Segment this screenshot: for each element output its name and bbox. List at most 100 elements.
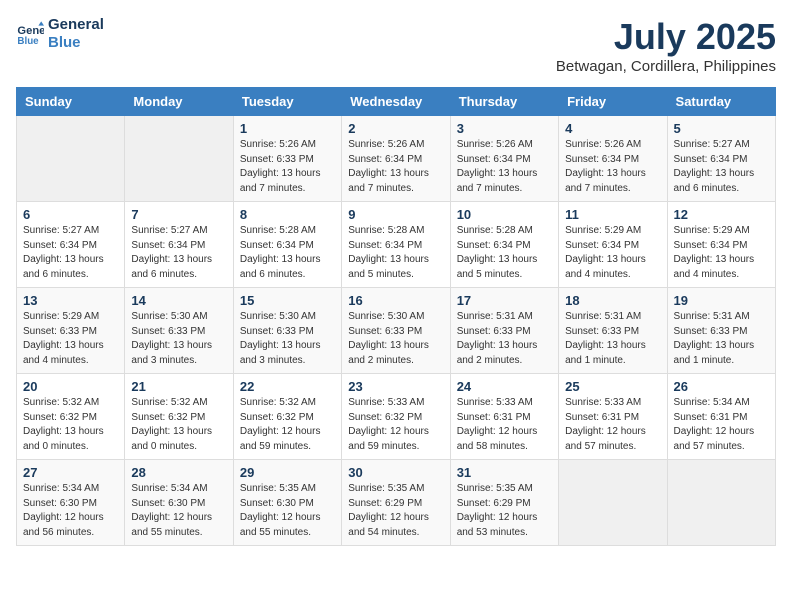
month-year-title: July 2025: [556, 16, 776, 58]
day-number: 10: [457, 207, 552, 222]
calendar-cell: 4 Sunrise: 5:26 AMSunset: 6:34 PMDaylight…: [559, 116, 667, 202]
day-info: Sunrise: 5:28 AMSunset: 6:34 PMDaylight:…: [348, 224, 443, 282]
calendar-cell: 14 Sunrise: 5:30 AMSunset: 6:33 PMDayligh…: [125, 288, 233, 374]
day-number: 8: [240, 207, 335, 222]
header: General Blue General Blue July 2025 Betw…: [16, 16, 776, 75]
calendar-cell: 9 Sunrise: 5:28 AMSunset: 6:34 PMDaylight…: [342, 202, 450, 288]
calendar-week-row: 13Sunrise: 5:29 AMSunset: 6:33 PMDayligh…: [17, 288, 776, 374]
day-info: Sunrise: 5:32 AMSunset: 6:32 PMDaylight:…: [23, 396, 118, 454]
day-info: Sunrise: 5:31 AMSunset: 6:33 PMDaylight:…: [457, 310, 552, 368]
title-section: July 2025 Betwagan, Cordillera, Philippi…: [556, 16, 776, 75]
day-info: Sunrise: 5:33 AMSunset: 6:32 PMDaylight:…: [348, 396, 443, 454]
day-info: Sunrise: 5:32 AMSunset: 6:32 PMDaylight:…: [240, 396, 335, 454]
day-info: Sunrise: 5:28 AMSunset: 6:34 PMDaylight:…: [457, 224, 552, 282]
calendar-cell: [125, 116, 233, 202]
day-number: 30: [348, 465, 443, 480]
day-number: 3: [457, 121, 552, 136]
calendar-cell: 13Sunrise: 5:29 AMSunset: 6:33 PMDayligh…: [17, 288, 125, 374]
day-info: Sunrise: 5:34 AMSunset: 6:31 PMDaylight:…: [674, 396, 769, 454]
day-number: 29: [240, 465, 335, 480]
calendar-table: SundayMondayTuesdayWednesdayThursdayFrid…: [16, 87, 776, 546]
logo-blue: Blue: [48, 34, 104, 52]
logo-general: General: [48, 16, 104, 34]
day-number: 15: [240, 293, 335, 308]
day-info: Sunrise: 5:27 AMSunset: 6:34 PMDaylight:…: [131, 224, 226, 282]
calendar-cell: 2Sunrise: 5:26 AMSunset: 6:34 PMDaylight…: [342, 116, 450, 202]
calendar-cell: 24 Sunrise: 5:33 AMSunset: 6:31 PMDayligh…: [450, 374, 558, 460]
weekday-header: Tuesday: [233, 88, 341, 116]
calendar-cell: 29 Sunrise: 5:35 AMSunset: 6:30 PMDayligh…: [233, 460, 341, 546]
day-number: 26: [674, 379, 769, 394]
calendar-cell: 3 Sunrise: 5:26 AMSunset: 6:34 PMDaylight…: [450, 116, 558, 202]
day-info: Sunrise: 5:31 AMSunset: 6:33 PMDaylight:…: [674, 310, 769, 368]
day-info: Sunrise: 5:35 AMSunset: 6:29 PMDaylight:…: [457, 482, 552, 540]
calendar-cell: 12Sunrise: 5:29 AMSunset: 6:34 PMDayligh…: [667, 202, 775, 288]
calendar-cell: 31 Sunrise: 5:35 AMSunset: 6:29 PMDayligh…: [450, 460, 558, 546]
day-number: 13: [23, 293, 118, 308]
calendar-week-row: 1Sunrise: 5:26 AMSunset: 6:33 PMDaylight…: [17, 116, 776, 202]
calendar-cell: 17 Sunrise: 5:31 AMSunset: 6:33 PMDayligh…: [450, 288, 558, 374]
day-number: 2: [348, 121, 443, 136]
calendar-cell: 26 Sunrise: 5:34 AMSunset: 6:31 PMDayligh…: [667, 374, 775, 460]
day-number: 11: [565, 207, 660, 222]
weekday-header: Sunday: [17, 88, 125, 116]
calendar-cell: [559, 460, 667, 546]
day-info: Sunrise: 5:30 AMSunset: 6:33 PMDaylight:…: [348, 310, 443, 368]
svg-text:Blue: Blue: [17, 36, 39, 47]
calendar-cell: 7 Sunrise: 5:27 AMSunset: 6:34 PMDaylight…: [125, 202, 233, 288]
day-number: 7: [131, 207, 226, 222]
calendar-week-row: 20Sunrise: 5:32 AMSunset: 6:32 PMDayligh…: [17, 374, 776, 460]
day-number: 31: [457, 465, 552, 480]
day-info: Sunrise: 5:34 AMSunset: 6:30 PMDaylight:…: [131, 482, 226, 540]
day-number: 25: [565, 379, 660, 394]
day-number: 5: [674, 121, 769, 136]
day-info: Sunrise: 5:28 AMSunset: 6:34 PMDaylight:…: [240, 224, 335, 282]
calendar-cell: 11 Sunrise: 5:29 AMSunset: 6:34 PMDayligh…: [559, 202, 667, 288]
day-info: Sunrise: 5:32 AMSunset: 6:32 PMDaylight:…: [131, 396, 226, 454]
day-info: Sunrise: 5:30 AMSunset: 6:33 PMDaylight:…: [240, 310, 335, 368]
day-info: Sunrise: 5:26 AMSunset: 6:33 PMDaylight:…: [240, 138, 335, 196]
weekday-header: Friday: [559, 88, 667, 116]
calendar-cell: 28Sunrise: 5:34 AMSunset: 6:30 PMDayligh…: [125, 460, 233, 546]
day-number: 6: [23, 207, 118, 222]
calendar-cell: 25 Sunrise: 5:33 AMSunset: 6:31 PMDayligh…: [559, 374, 667, 460]
day-info: Sunrise: 5:27 AMSunset: 6:34 PMDaylight:…: [23, 224, 118, 282]
day-number: 4: [565, 121, 660, 136]
day-number: 9: [348, 207, 443, 222]
day-number: 27: [23, 465, 118, 480]
calendar-cell: 1Sunrise: 5:26 AMSunset: 6:33 PMDaylight…: [233, 116, 341, 202]
calendar-cell: 16Sunrise: 5:30 AMSunset: 6:33 PMDayligh…: [342, 288, 450, 374]
day-info: Sunrise: 5:29 AMSunset: 6:34 PMDaylight:…: [565, 224, 660, 282]
day-info: Sunrise: 5:27 AMSunset: 6:34 PMDaylight:…: [674, 138, 769, 196]
calendar-cell: 8 Sunrise: 5:28 AMSunset: 6:34 PMDaylight…: [233, 202, 341, 288]
calendar-cell: [667, 460, 775, 546]
day-number: 17: [457, 293, 552, 308]
day-number: 18: [565, 293, 660, 308]
calendar-header-row: SundayMondayTuesdayWednesdayThursdayFrid…: [17, 88, 776, 116]
weekday-header: Wednesday: [342, 88, 450, 116]
logo: General Blue General Blue: [16, 16, 104, 52]
calendar-cell: [17, 116, 125, 202]
calendar-cell: 23Sunrise: 5:33 AMSunset: 6:32 PMDayligh…: [342, 374, 450, 460]
day-info: Sunrise: 5:30 AMSunset: 6:33 PMDaylight:…: [131, 310, 226, 368]
day-number: 19: [674, 293, 769, 308]
day-info: Sunrise: 5:33 AMSunset: 6:31 PMDaylight:…: [565, 396, 660, 454]
calendar-cell: 15 Sunrise: 5:30 AMSunset: 6:33 PMDayligh…: [233, 288, 341, 374]
day-number: 14: [131, 293, 226, 308]
calendar-cell: 10 Sunrise: 5:28 AMSunset: 6:34 PMDayligh…: [450, 202, 558, 288]
day-info: Sunrise: 5:31 AMSunset: 6:33 PMDaylight:…: [565, 310, 660, 368]
logo-icon: General Blue: [16, 20, 44, 48]
calendar-week-row: 6 Sunrise: 5:27 AMSunset: 6:34 PMDaylight…: [17, 202, 776, 288]
location-subtitle: Betwagan, Cordillera, Philippines: [556, 58, 776, 75]
day-number: 24: [457, 379, 552, 394]
day-info: Sunrise: 5:33 AMSunset: 6:31 PMDaylight:…: [457, 396, 552, 454]
day-info: Sunrise: 5:26 AMSunset: 6:34 PMDaylight:…: [457, 138, 552, 196]
calendar-week-row: 27 Sunrise: 5:34 AMSunset: 6:30 PMDayligh…: [17, 460, 776, 546]
day-info: Sunrise: 5:35 AMSunset: 6:30 PMDaylight:…: [240, 482, 335, 540]
day-info: Sunrise: 5:34 AMSunset: 6:30 PMDaylight:…: [23, 482, 118, 540]
calendar-cell: 6 Sunrise: 5:27 AMSunset: 6:34 PMDaylight…: [17, 202, 125, 288]
weekday-header: Monday: [125, 88, 233, 116]
weekday-header: Saturday: [667, 88, 775, 116]
calendar-cell: 21Sunrise: 5:32 AMSunset: 6:32 PMDayligh…: [125, 374, 233, 460]
day-info: Sunrise: 5:26 AMSunset: 6:34 PMDaylight:…: [565, 138, 660, 196]
